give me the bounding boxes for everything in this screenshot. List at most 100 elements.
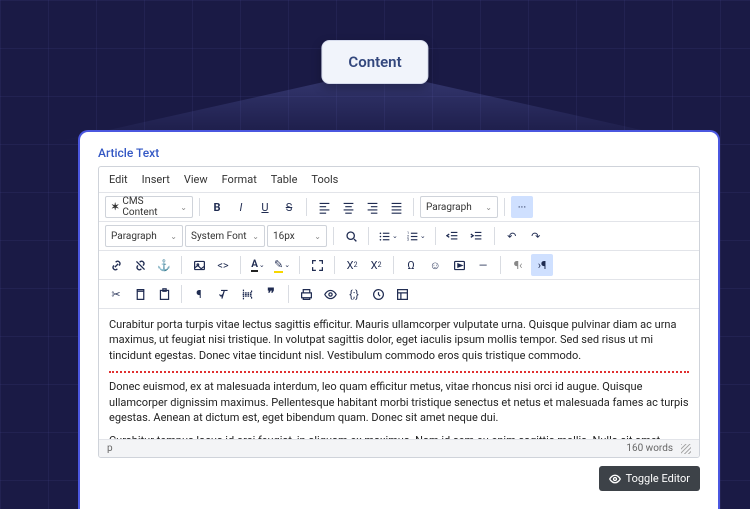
chevron-down-icon: ⌄ xyxy=(420,232,426,240)
separator xyxy=(393,256,394,274)
menu-insert[interactable]: Insert xyxy=(142,173,170,186)
text-color-button[interactable]: A⌄ xyxy=(247,254,269,276)
toggle-editor-button[interactable]: Toggle Editor xyxy=(599,466,700,491)
unlink-button[interactable] xyxy=(129,254,151,276)
indent-button[interactable] xyxy=(466,225,488,247)
editor-content[interactable]: Curabitur porta turpis vitae lectus sagi… xyxy=(99,309,699,439)
menu-table[interactable]: Table xyxy=(271,173,298,186)
separator xyxy=(288,285,289,303)
toolbar-row-1: ✶ CMS Content ⌄ B I U S Paragraph ⌄ ··· xyxy=(99,193,699,222)
toggle-editor-label: Toggle Editor xyxy=(626,472,690,485)
fullscreen-button[interactable] xyxy=(306,254,328,276)
separator xyxy=(500,256,501,274)
ltr-button[interactable]: ¶‹ xyxy=(507,254,529,276)
word-count: 160 words xyxy=(626,443,673,454)
special-char-button[interactable]: Ω xyxy=(400,254,422,276)
show-blocks-button[interactable]: ¶ xyxy=(188,283,210,305)
block-format-label-2: Paragraph xyxy=(111,231,157,242)
chevron-down-icon: ⌄ xyxy=(314,232,321,241)
italic-button[interactable]: I xyxy=(230,196,252,218)
chevron-down-icon: ⌄ xyxy=(284,261,290,269)
editor-menubar: Edit Insert View Format Table Tools xyxy=(99,167,699,193)
separator xyxy=(299,256,300,274)
source-code-button[interactable]: {;} xyxy=(343,283,365,305)
anchor-button[interactable]: ⚓ xyxy=(153,254,175,276)
link-button[interactable] xyxy=(105,254,127,276)
code-button[interactable]: <> xyxy=(212,254,234,276)
cut-button[interactable]: ✂ xyxy=(105,283,127,305)
search-button[interactable] xyxy=(340,225,362,247)
separator xyxy=(240,256,241,274)
font-family-label: System Font xyxy=(191,231,247,242)
strikethrough-button[interactable]: S xyxy=(278,196,300,218)
highlight-color-button[interactable]: ✎⌄ xyxy=(271,254,293,276)
separator xyxy=(494,227,495,245)
separator xyxy=(334,256,335,274)
chevron-down-icon: ⌄ xyxy=(170,232,177,241)
separator xyxy=(368,227,369,245)
clear-format-button[interactable] xyxy=(212,283,234,305)
content-paragraph: Curabitur porta turpis vitae lectus sagi… xyxy=(109,317,689,363)
numbered-list-button[interactable]: 123⌄ xyxy=(403,225,429,247)
copy-button[interactable] xyxy=(129,283,151,305)
image-button[interactable] xyxy=(188,254,210,276)
paste-button[interactable] xyxy=(153,283,175,305)
subscript-button[interactable]: X2 xyxy=(341,254,363,276)
rich-text-editor: Edit Insert View Format Table Tools ✶ CM… xyxy=(98,166,700,458)
cms-content-dropdown[interactable]: ✶ CMS Content ⌄ xyxy=(105,196,193,218)
separator xyxy=(199,198,200,216)
bold-button[interactable]: B xyxy=(206,196,228,218)
block-format-dropdown-2[interactable]: Paragraph ⌄ xyxy=(105,225,183,247)
chevron-down-icon: ⌄ xyxy=(252,232,259,241)
toolbar-row-3: ⚓ <> A⌄ ✎⌄ X2 X2 Ω ☺ — ¶‹ ›¶ xyxy=(99,251,699,280)
field-label: Article Text xyxy=(98,146,700,160)
template-button[interactable] xyxy=(391,283,413,305)
block-format-dropdown-1[interactable]: Paragraph ⌄ xyxy=(420,196,498,218)
blockquote-button[interactable]: ❞ xyxy=(260,283,282,305)
font-size-dropdown[interactable]: 16px ⌄ xyxy=(267,225,327,247)
separator xyxy=(333,227,334,245)
separator xyxy=(181,256,182,274)
outdent-button[interactable] xyxy=(442,225,464,247)
media-button[interactable] xyxy=(448,254,470,276)
align-justify-button[interactable] xyxy=(385,196,407,218)
font-family-dropdown[interactable]: System Font ⌄ xyxy=(185,225,265,247)
content-paragraph: Curabitur tempus lacus id orci feugiat, … xyxy=(109,433,689,439)
menu-format[interactable]: Format xyxy=(222,173,257,186)
font-size-label: 16px xyxy=(273,231,295,242)
svg-text:3: 3 xyxy=(407,236,410,241)
rtl-button[interactable]: ›¶ xyxy=(531,254,553,276)
align-left-button[interactable] xyxy=(313,196,335,218)
align-right-button[interactable] xyxy=(361,196,383,218)
undo-button[interactable]: ↶ xyxy=(501,225,523,247)
menu-tools[interactable]: Tools xyxy=(311,173,338,186)
editor-footer: Toggle Editor xyxy=(98,466,700,491)
chevron-down-icon: ⌄ xyxy=(259,261,265,269)
separator xyxy=(435,227,436,245)
print-button[interactable] xyxy=(295,283,317,305)
resize-handle[interactable] xyxy=(681,444,691,454)
align-center-button[interactable] xyxy=(337,196,359,218)
chevron-down-icon: ⌄ xyxy=(485,203,492,212)
emoji-button[interactable]: ☺ xyxy=(424,254,446,276)
cms-content-label: CMS Content xyxy=(122,196,176,218)
pagebreak-button[interactable] xyxy=(236,283,258,305)
chevron-down-icon: ⌄ xyxy=(180,203,187,212)
redo-button[interactable]: ↷ xyxy=(525,225,547,247)
content-paragraph: Donec euismod, ex at malesuada interdum,… xyxy=(109,379,689,425)
content-card: Content xyxy=(321,40,428,84)
eye-icon xyxy=(609,473,621,485)
bullet-list-button[interactable]: ⌄ xyxy=(375,225,401,247)
datetime-button[interactable] xyxy=(367,283,389,305)
menu-view[interactable]: View xyxy=(184,173,208,186)
more-button[interactable]: ··· xyxy=(511,196,533,218)
element-path[interactable]: p xyxy=(107,443,113,454)
underline-button[interactable]: U xyxy=(254,196,276,218)
separator xyxy=(413,198,414,216)
readmore-separator xyxy=(109,371,689,373)
preview-button[interactable] xyxy=(319,283,341,305)
horizontal-rule-button[interactable]: — xyxy=(472,254,494,276)
superscript-button[interactable]: X2 xyxy=(365,254,387,276)
menu-edit[interactable]: Edit xyxy=(109,173,128,186)
toolbar-row-2: Paragraph ⌄ System Font ⌄ 16px ⌄ ⌄ 123⌄ … xyxy=(99,222,699,251)
